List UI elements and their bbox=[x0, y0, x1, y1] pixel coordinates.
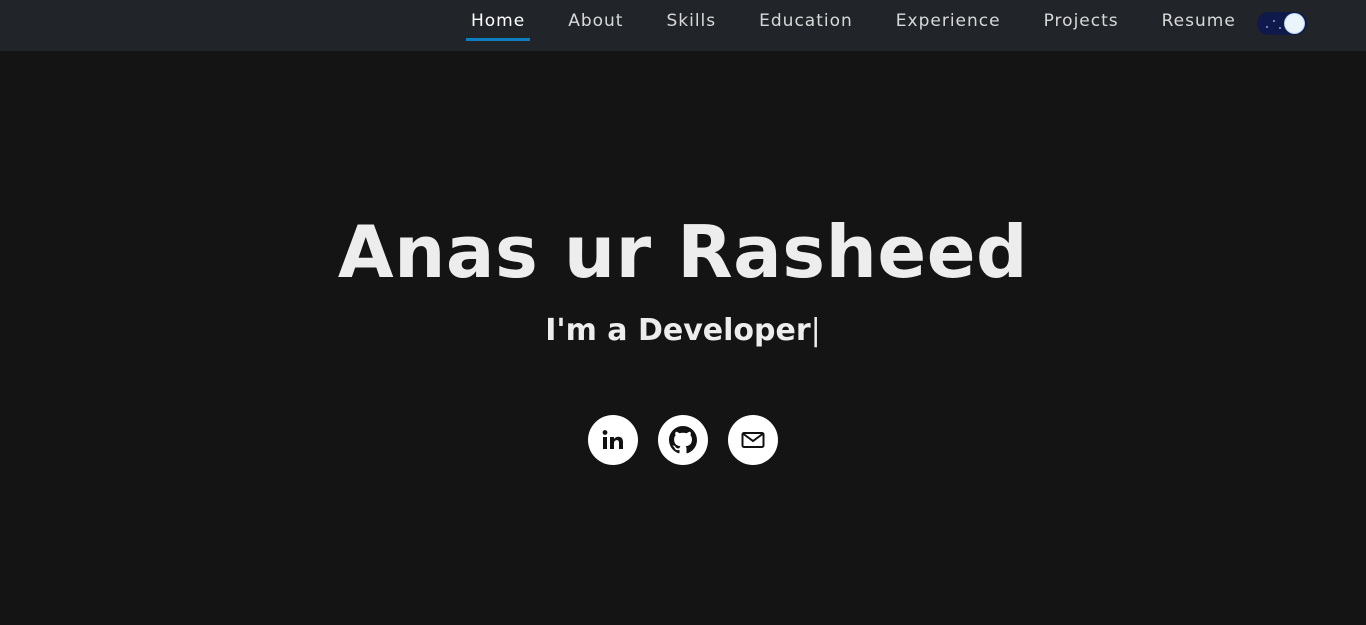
nav-link-projects[interactable]: Projects bbox=[1039, 0, 1124, 41]
nav-link-skills[interactable]: Skills bbox=[661, 0, 721, 41]
tagline-prefix: I'm a bbox=[545, 313, 638, 348]
nav-menu: Home About Skills Education Experience P… bbox=[466, 0, 1307, 51]
mail-icon bbox=[741, 432, 765, 448]
nav-link-education[interactable]: Education bbox=[754, 0, 858, 41]
hero-section: Anas ur Rasheed I'm a Developer| bbox=[0, 51, 1366, 625]
github-button[interactable] bbox=[658, 415, 708, 465]
star-icon bbox=[1265, 26, 1268, 28]
social-links bbox=[588, 415, 778, 465]
theme-toggle-switch[interactable] bbox=[1256, 12, 1307, 35]
tagline-role: Developer bbox=[637, 313, 811, 348]
toggle-knob-icon bbox=[1284, 14, 1304, 33]
nav-link-experience[interactable]: Experience bbox=[891, 0, 1006, 41]
nav-link-about[interactable]: About bbox=[563, 0, 628, 41]
typing-cursor: | bbox=[810, 313, 821, 348]
linkedin-icon bbox=[602, 430, 623, 449]
hero-name-heading: Anas ur Rasheed bbox=[337, 210, 1029, 294]
hero-tagline: I'm a Developer| bbox=[0, 309, 1366, 353]
top-navbar: Home About Skills Education Experience P… bbox=[0, 0, 1366, 51]
github-icon bbox=[669, 426, 697, 454]
star-icon bbox=[1272, 20, 1275, 22]
nav-link-home[interactable]: Home bbox=[466, 0, 531, 41]
nav-link-resume[interactable]: Resume bbox=[1157, 0, 1241, 41]
email-button[interactable] bbox=[728, 415, 778, 465]
linkedin-button[interactable] bbox=[588, 415, 638, 465]
star-icon bbox=[1278, 27, 1281, 29]
